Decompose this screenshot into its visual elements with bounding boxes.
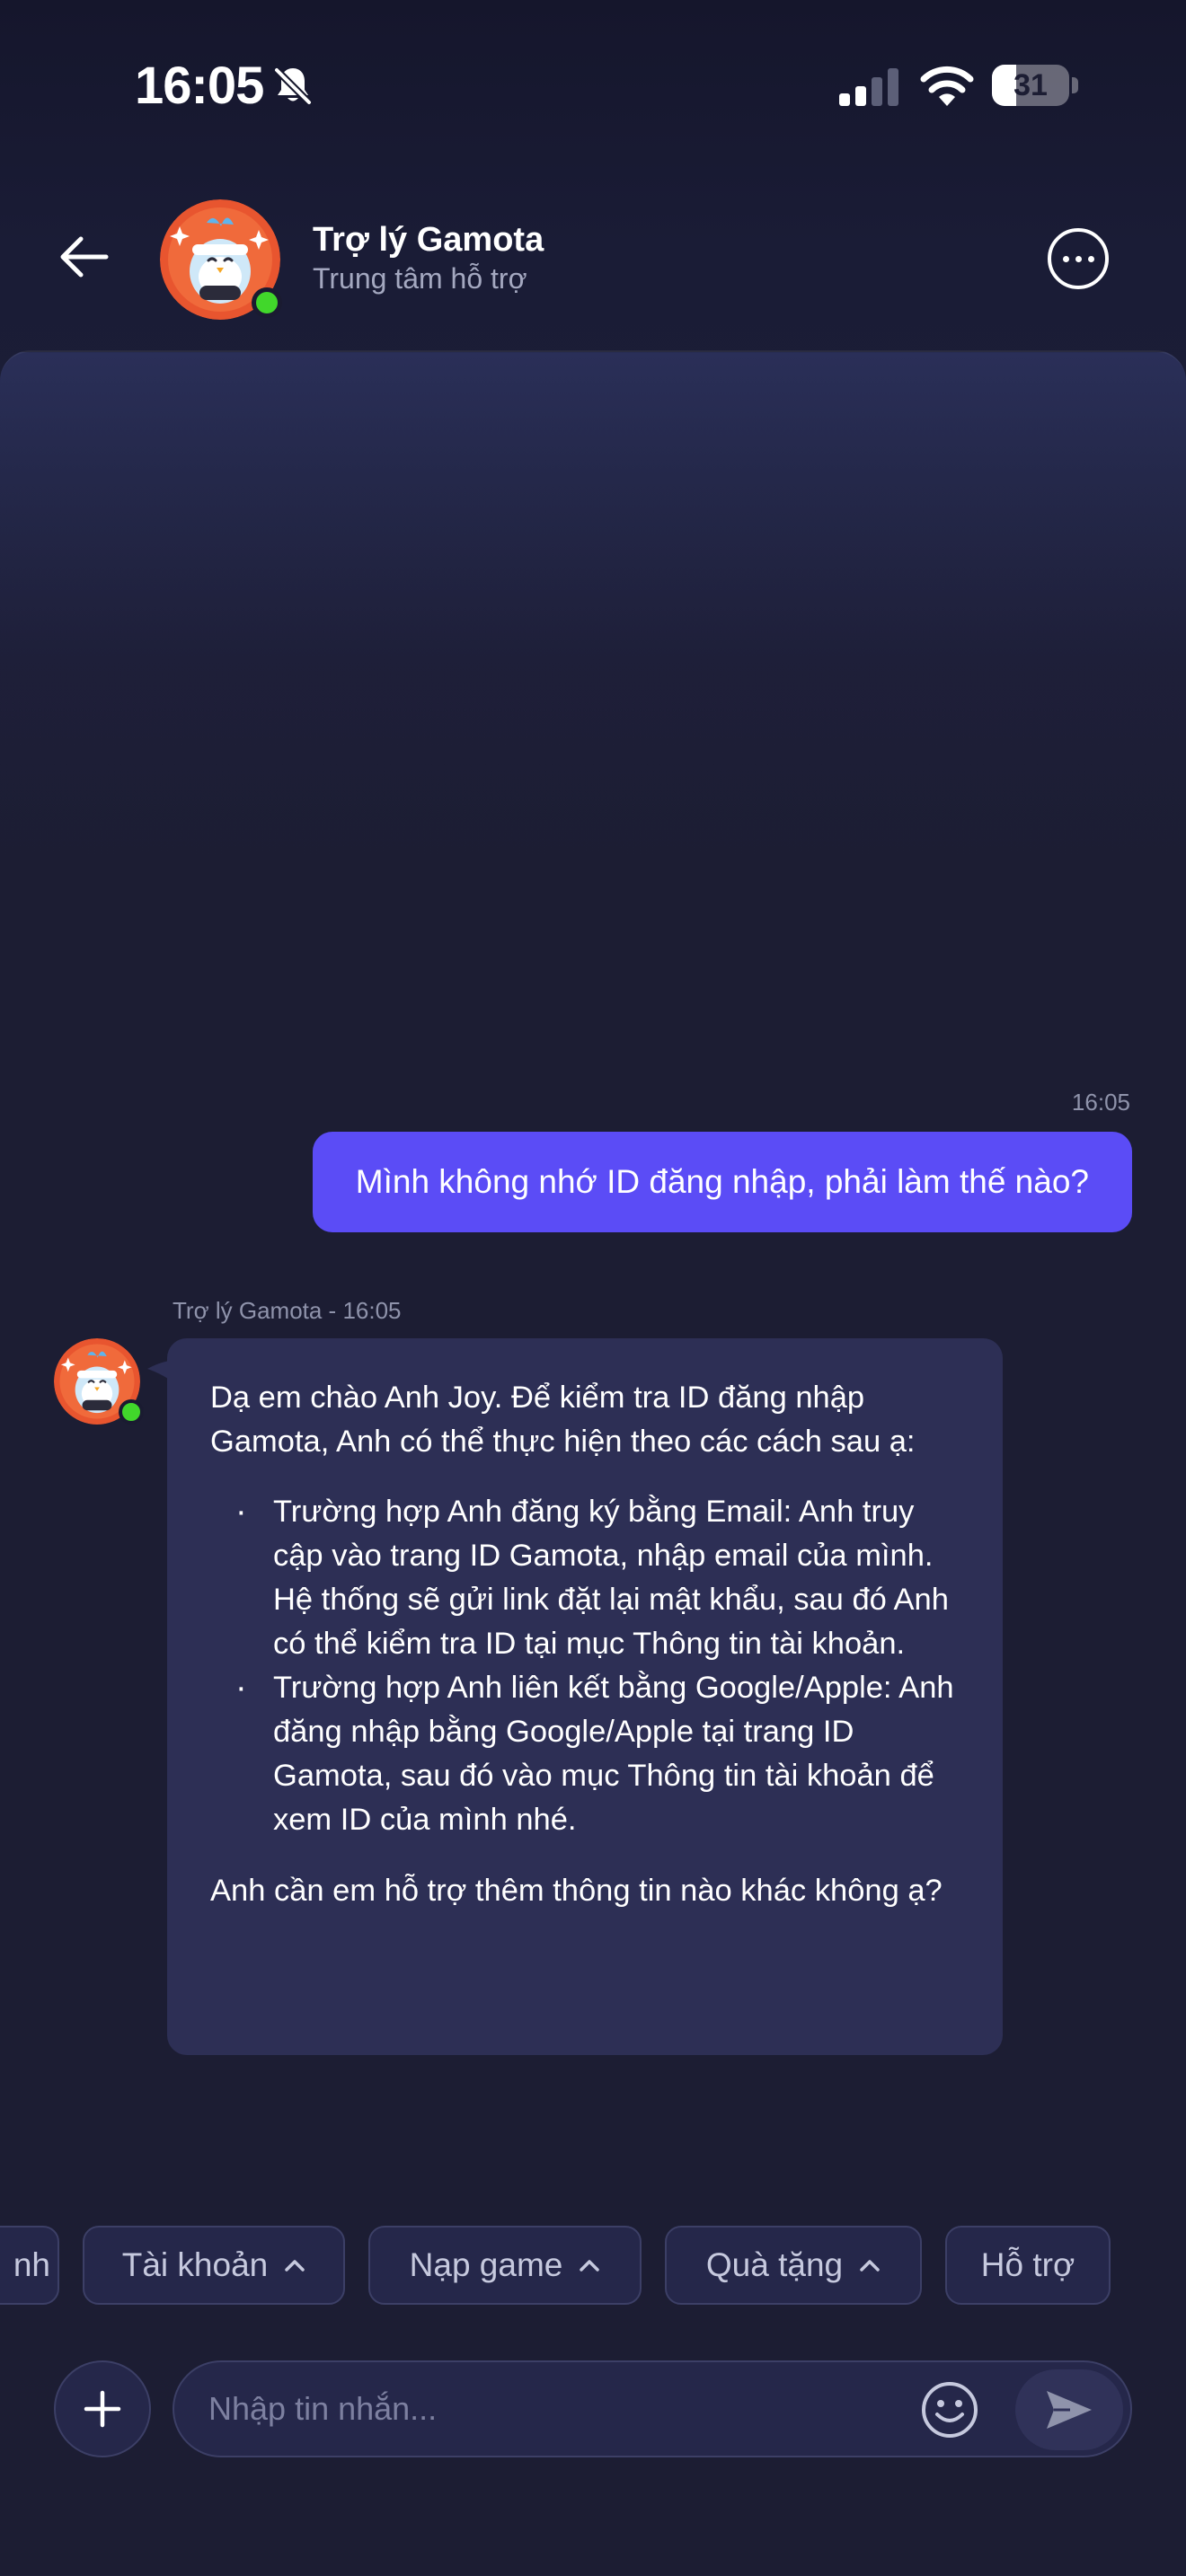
bot-avatar (54, 1338, 144, 1425)
plus-icon (84, 2390, 121, 2428)
chip-label: Nạp game (409, 2246, 563, 2283)
add-attachment-button[interactable] (54, 2360, 151, 2457)
bot-message-meta: Trợ lý Gamota - 16:05 (173, 1297, 402, 1324)
battery-icon: 31 (992, 65, 1078, 106)
bell-slash-icon (274, 67, 312, 105)
chevron-up-icon (860, 2260, 880, 2272)
back-arrow-icon (60, 236, 109, 278)
battery-body: 31 (992, 65, 1069, 106)
assistant-avatar[interactable] (160, 199, 282, 320)
message-composer (173, 2360, 1132, 2457)
quick-reply-chip[interactable]: nh (0, 2226, 59, 2305)
bot-message-list: Trường hợp Anh đăng ký bằng Email: Anh t… (210, 1490, 960, 1842)
chip-label: nh (13, 2246, 50, 2283)
chip-label: Tài khoản (121, 2246, 269, 2283)
quick-reply-chip[interactable]: Tài khoản (83, 2226, 345, 2305)
chip-label: Quà tặng (705, 2246, 844, 2283)
more-dot (1062, 255, 1069, 262)
online-status-indicator (119, 1399, 144, 1425)
back-button[interactable] (50, 223, 119, 291)
status-time: 16:05 (135, 57, 264, 115)
cellular-signal-icon (839, 68, 898, 106)
quick-reply-chip[interactable]: Hỗ trợ (945, 2226, 1111, 2305)
send-button[interactable] (1015, 2369, 1123, 2450)
list-item: Trường hợp Anh đăng ký bằng Email: Anh t… (210, 1490, 960, 1666)
quick-reply-chip[interactable]: Quà tặng (665, 2226, 922, 2305)
assistant-subtitle: Trung tâm hỗ trợ (313, 262, 527, 295)
battery-tip (1072, 77, 1078, 93)
message-input[interactable] (208, 2362, 891, 2456)
user-message-bubble: Mình không nhớ ID đăng nhập, phải làm th… (312, 1132, 1132, 1232)
more-dot (1087, 255, 1094, 262)
user-message-time: 16:05 (1071, 1089, 1130, 1116)
quick-reply-bar: nh Tài khoản Nạp game Quà tặng Hỗ trợ (0, 2226, 1186, 2307)
wifi-icon (920, 66, 974, 106)
emoji-icon[interactable] (920, 2380, 979, 2439)
assistant-name: Trợ lý Gamota (313, 221, 544, 259)
battery-level: 31 (1013, 68, 1048, 102)
send-icon (1047, 2391, 1092, 2429)
bot-message-outro: Anh cần em hỗ trợ thêm thông tin nào khá… (210, 1874, 943, 1908)
list-item: Trường hợp Anh liên kết bằng Google/Appl… (210, 1666, 960, 1842)
chevron-up-icon (285, 2260, 305, 2272)
online-status-indicator (252, 287, 282, 318)
bot-message-intro: Dạ em chào Anh Joy. Để kiểm tra ID đăng … (210, 1381, 916, 1459)
quick-reply-chip[interactable]: Nạp game (368, 2226, 642, 2305)
chevron-up-icon (580, 2260, 600, 2272)
chat-header: Trợ lý Gamota Trung tâm hỗ trợ (0, 171, 1186, 350)
chip-label: Hỗ trợ (980, 2246, 1075, 2283)
bot-message-bubble: Dạ em chào Anh Joy. Để kiểm tra ID đăng … (167, 1338, 1003, 2055)
more-dot (1075, 255, 1082, 262)
status-bar: 16:05 31 (0, 0, 1186, 171)
chat-screen: 16:05 31 Trợ lý Gamota Trung tâm hỗ trợ … (0, 0, 1186, 2576)
more-options-icon[interactable] (1048, 228, 1109, 289)
